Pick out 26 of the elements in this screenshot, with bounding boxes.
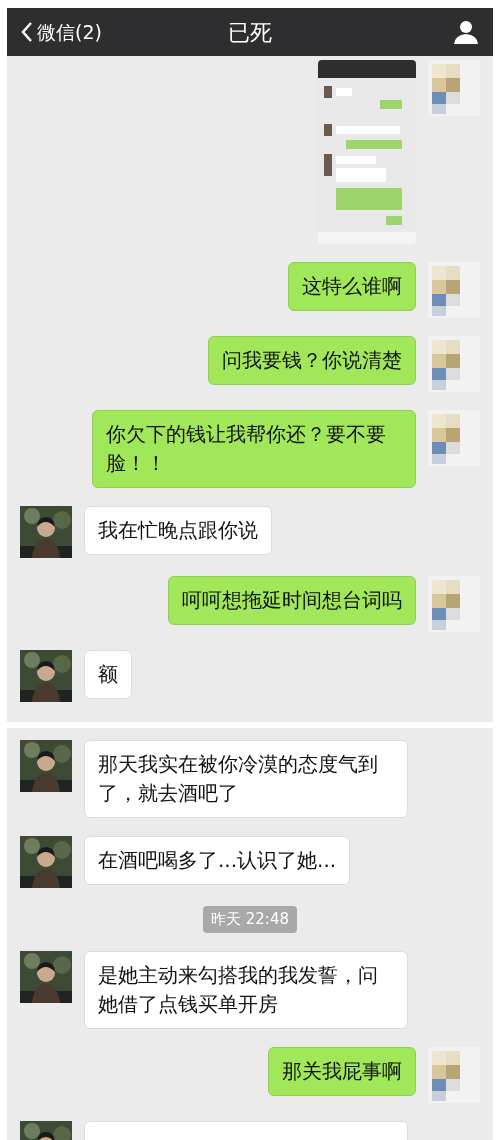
back-icon (21, 21, 33, 43)
message-bubble: 在酒吧喝多了...认识了她... (84, 836, 351, 885)
blurred-avatar (428, 410, 480, 466)
blurred-avatar (428, 1046, 480, 1103)
message-bubble: 呵呵想拖延时间想台词吗 (168, 576, 416, 625)
timestamp: 昨天 22:48 (203, 906, 297, 933)
message-bubble: 是她主动来勾搭我的我发誓，问她借了点钱买单开房 (84, 950, 408, 1029)
blurred-avatar (428, 60, 480, 116)
blurred-avatar (428, 336, 480, 392)
chat-title: 已死 (228, 18, 272, 47)
avatar (20, 650, 72, 702)
back-button[interactable]: 微信(2) (21, 17, 102, 47)
avatar (20, 950, 72, 1003)
message-bubble: 这特么谁啊 (288, 262, 416, 311)
message-bubble: 你欠下的钱让我帮你还？要不要脸！！ (92, 410, 416, 488)
message-bubble: 我在忙晚点跟你说 (84, 506, 272, 555)
blurred-avatar (428, 576, 480, 632)
message-bubble: 那关我屁事啊 (268, 1046, 416, 1096)
avatar (20, 836, 72, 888)
message-bubble: 那天我实在被你冷漠的态度气到了，就去酒吧了 (84, 740, 408, 818)
avatar (20, 740, 72, 792)
message-bubble: 问我要钱？你说清楚 (208, 336, 416, 385)
profile-icon[interactable] (453, 20, 479, 44)
blurred-avatar (428, 262, 480, 318)
avatar (20, 506, 72, 558)
message-bubble: 额 (84, 650, 132, 699)
